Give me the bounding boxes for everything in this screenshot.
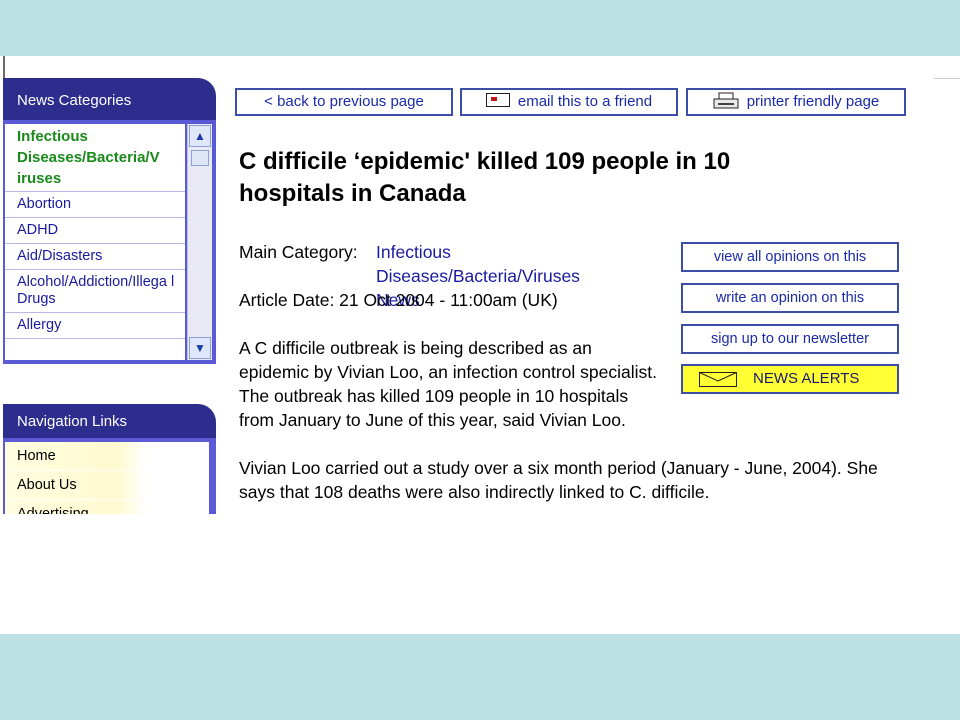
printer-friendly-button[interactable]: printer friendly page	[686, 88, 906, 116]
divider	[934, 78, 960, 79]
article-headline: C difficile ‘epidemic' killed 109 people…	[239, 148, 731, 207]
write-opinion-button[interactable]: write an opinion on this	[681, 283, 899, 313]
scroll-down-icon[interactable]: ▼	[189, 337, 211, 359]
newsletter-signup-button[interactable]: sign up to our newsletter	[681, 324, 899, 354]
categories-panel: Infectious Diseases/Bacteria/V iruses Ab…	[3, 120, 216, 404]
email-friend-button[interactable]: email this to a friend	[460, 88, 678, 116]
view-all-categories-link[interactable]: view all news categories	[17, 388, 173, 404]
nav-item-about-us[interactable]: About Us	[5, 471, 209, 500]
categories-header: News Categories	[3, 78, 216, 120]
category-item-alcohol[interactable]: Alcohol/Addiction/Illega l Drugs	[5, 270, 185, 313]
article-date: Article Date: 21 Oct 2004 - 11:00am (UK)	[239, 290, 558, 310]
category-item-infectious[interactable]: Infectious Diseases/Bacteria/V iruses	[5, 124, 185, 192]
categories-list: Infectious Diseases/Bacteria/V iruses Ab…	[5, 124, 185, 360]
news-alerts-button[interactable]: NEWS ALERTS	[681, 364, 899, 394]
main-category-label: Main Category:	[239, 242, 358, 262]
navigation-list: Home About Us Advertising	[5, 442, 209, 514]
nav-item-home[interactable]: Home	[5, 442, 209, 471]
printer-icon	[713, 92, 739, 109]
category-item-allergy[interactable]: Allergy	[5, 313, 185, 339]
category-item-aid-disasters[interactable]: Aid/Disasters	[5, 244, 185, 270]
nav-item-advertising[interactable]: Advertising	[5, 500, 209, 514]
slide: News Categories Infectious Diseases/Bact…	[0, 56, 960, 634]
categories-scrollbar[interactable]: ▲ ▼	[187, 124, 212, 360]
article-paragraph-1: A C difficile outbreak is being describe…	[239, 338, 657, 430]
news-alerts-label: NEWS ALERTS	[753, 370, 860, 387]
view-opinions-button[interactable]: view all opinions on this	[681, 242, 899, 272]
envelope-icon	[699, 372, 737, 387]
scroll-thumb[interactable]	[191, 150, 209, 166]
article-meta: Main Category: Infectious Diseases/Bacte…	[239, 240, 580, 310]
category-item-abortion[interactable]: Abortion	[5, 192, 185, 218]
screenshot: News Categories Infectious Diseases/Bact…	[3, 78, 932, 514]
envelope-icon	[485, 93, 510, 107]
navigation-panel: Home About Us Advertising	[3, 438, 216, 514]
back-button[interactable]: < back to previous page	[235, 88, 453, 116]
scroll-up-icon[interactable]: ▲	[189, 125, 211, 147]
printer-friendly-label: printer friendly page	[746, 93, 880, 110]
article-paragraph-2: Vivian Loo carried out a study over a si…	[239, 458, 878, 502]
window-edge	[3, 56, 5, 78]
category-item-adhd[interactable]: ADHD	[5, 218, 185, 244]
navigation-header: Navigation Links	[3, 404, 216, 438]
email-friend-label: email this to a friend	[517, 93, 653, 110]
sidebar: News Categories Infectious Diseases/Bact…	[3, 78, 216, 514]
